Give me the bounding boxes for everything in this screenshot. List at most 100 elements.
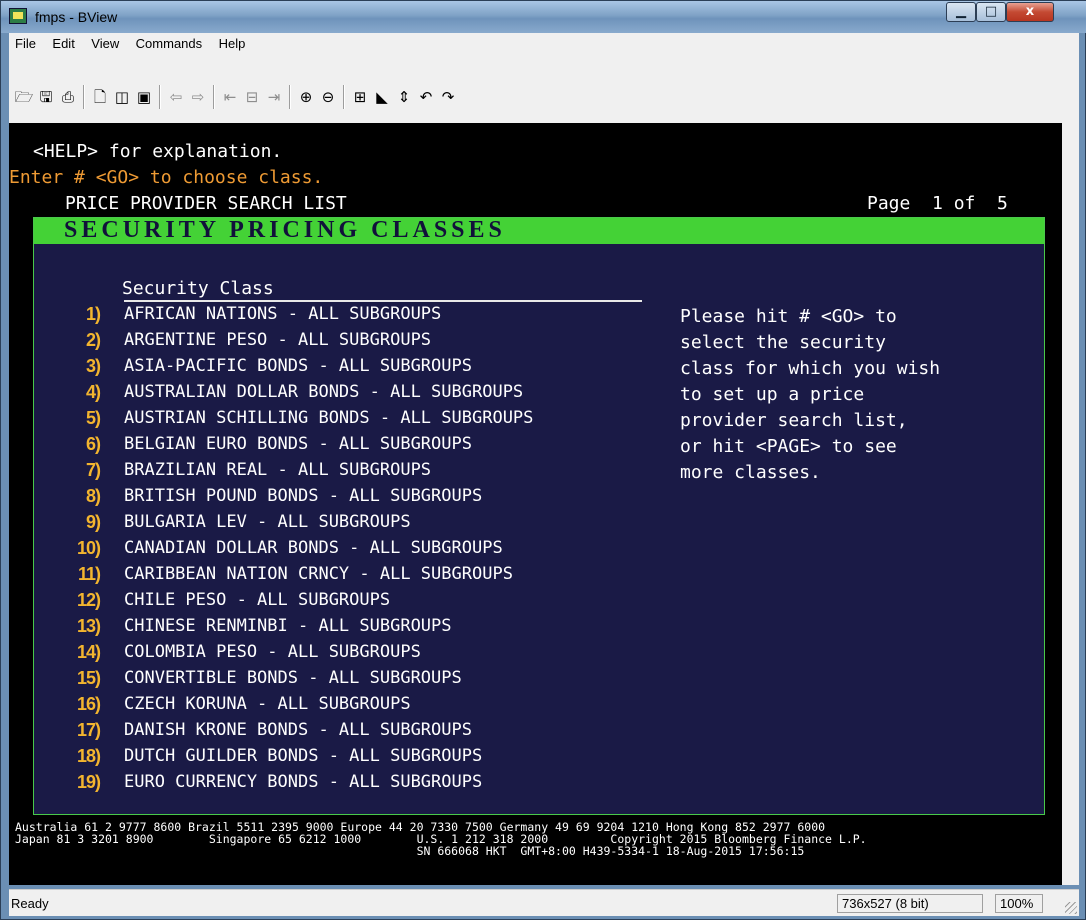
item-label: DANISH KRONE BONDS - ALL SUBGROUPS: [124, 720, 472, 740]
instruction-line: or hit <PAGE> to see: [680, 436, 897, 457]
class-list-item[interactable]: 7) BRAZILIAN REAL - ALL SUBGROUPS: [34, 460, 694, 486]
last-page-icon[interactable]: ⇥: [263, 85, 285, 109]
toolbar-separator: [213, 85, 215, 109]
item-number: 7): [85, 460, 101, 480]
class-list-item[interactable]: 4) AUSTRALIAN DOLLAR BONDS - ALL SUBGROUP…: [34, 382, 694, 408]
pointer-icon[interactable]: ◣: [371, 85, 393, 109]
item-label: AUSTRIAN SCHILLING BONDS - ALL SUBGROUPS: [124, 408, 534, 428]
menu-view[interactable]: View: [85, 33, 125, 51]
item-number: 1): [85, 304, 101, 324]
class-list-item[interactable]: 3) ASIA-PACIFIC BONDS - ALL SUBGROUPS: [34, 356, 694, 382]
item-label: AUSTRALIAN DOLLAR BONDS - ALL SUBGROUPS: [124, 382, 524, 402]
class-list-item[interactable]: 8) BRITISH POUND BONDS - ALL SUBGROUPS: [34, 486, 694, 512]
menu-file[interactable]: File: [9, 33, 42, 51]
panel-header: SECURITY PRICING CLASSES: [34, 217, 1044, 244]
first-page-icon[interactable]: ⇤: [219, 85, 241, 109]
class-list-item[interactable]: 11) CARIBBEAN NATION CRNCY - ALL SUBGROUP…: [34, 564, 694, 590]
item-number: 13): [76, 616, 101, 636]
class-list-item[interactable]: 9) BULGARIA LEV - ALL SUBGROUPS: [34, 512, 694, 538]
instruction-line: Please hit # <GO> to: [680, 306, 897, 327]
status-bar: Ready 736x527 (8 bit) 100%: [9, 889, 1079, 916]
title-bar[interactable]: fmps - BView ▁ □ x: [1, 1, 1086, 33]
item-number: 12): [76, 590, 101, 610]
item-number: 3): [85, 356, 101, 376]
instruction-line: class for which you wish: [680, 358, 941, 379]
pricing-classes-panel: SECURITY PRICING CLASSES Security Class …: [33, 217, 1045, 815]
column-header: Security Class: [122, 278, 274, 299]
item-number: 6): [85, 434, 101, 454]
window-icon[interactable]: ◫: [111, 85, 133, 109]
class-list-item[interactable]: 17) DANISH KRONE BONDS - ALL SUBGROUPS: [34, 720, 694, 746]
new-page-icon[interactable]: 🗋: [89, 85, 111, 109]
zoom-out-icon[interactable]: ⊖: [317, 85, 339, 109]
resolution-indicator: 736x527 (8 bit): [837, 894, 983, 913]
class-list-item[interactable]: 5) AUSTRIAN SCHILLING BONDS - ALL SUBGROU…: [34, 408, 694, 434]
minimize-button[interactable]: ▁: [946, 2, 976, 22]
instructions: Please hit # <GO> to select the security c…: [680, 306, 1040, 488]
page-indicator: Page 1 of 5: [867, 193, 1008, 214]
page-icon[interactable]: ⊟: [241, 85, 263, 109]
undo-icon[interactable]: ↶: [415, 85, 437, 109]
class-list-item[interactable]: 1) AFRICAN NATIONS - ALL SUBGROUPS: [34, 304, 694, 330]
item-label: CZECH KORUNA - ALL SUBGROUPS: [124, 694, 411, 714]
menu-help[interactable]: Help: [213, 33, 252, 51]
item-label: CANADIAN DOLLAR BONDS - ALL SUBGROUPS: [124, 538, 503, 558]
class-list-item[interactable]: 18) DUTCH GUILDER BONDS - ALL SUBGROUPS: [34, 746, 694, 772]
item-number: 19): [76, 772, 101, 792]
resize-icon[interactable]: ⊞: [349, 85, 371, 109]
item-number: 4): [85, 382, 101, 402]
terminal-screen[interactable]: <HELP> for explanation. Enter # <GO> to …: [9, 123, 1062, 885]
header-underline: [124, 300, 642, 302]
toolbar: 🗁 🖫 ⎙ 🗋 ◫ ▣ ⇦ ⇨ ⇤ ⊟ ⇥ ⊕ ⊖ ⊞ ◣ ⇕ ↶ ↷: [9, 57, 1079, 123]
print-icon[interactable]: ⎙: [57, 85, 79, 109]
item-number: 5): [85, 408, 101, 428]
forward-icon[interactable]: ⇨: [187, 85, 209, 109]
maximize-button[interactable]: □: [976, 2, 1006, 22]
toolbar-separator: [83, 85, 85, 109]
app-window: fmps - BView ▁ □ x File Edit View Comman…: [0, 0, 1086, 920]
class-list-item[interactable]: 13) CHINESE RENMINBI - ALL SUBGROUPS: [34, 616, 694, 642]
item-number: 14): [76, 642, 101, 662]
item-label: CHINESE RENMINBI - ALL SUBGROUPS: [124, 616, 452, 636]
scroll-icon[interactable]: ⇕: [393, 85, 415, 109]
menu-bar: File Edit View Commands Help: [9, 33, 1079, 58]
vertical-scrollbar[interactable]: [1062, 123, 1079, 885]
instruction-line: to set up a price: [680, 384, 865, 405]
zoom-in-icon[interactable]: ⊕: [295, 85, 317, 109]
item-number: 2): [85, 330, 101, 350]
window-title: fmps - BView: [35, 9, 118, 25]
class-list-item[interactable]: 14) COLOMBIA PESO - ALL SUBGROUPS: [34, 642, 694, 668]
enter-hint: Enter # <GO> to choose class.: [9, 167, 324, 188]
item-label: DUTCH GUILDER BONDS - ALL SUBGROUPS: [124, 746, 483, 766]
item-label: EURO CURRENCY BONDS - ALL SUBGROUPS: [124, 772, 483, 792]
class-list-item[interactable]: 10) CANADIAN DOLLAR BONDS - ALL SUBGROUPS: [34, 538, 694, 564]
back-icon[interactable]: ⇦: [165, 85, 187, 109]
screen-title: PRICE PROVIDER SEARCH LIST: [65, 193, 347, 214]
menu-commands[interactable]: Commands: [130, 33, 208, 51]
toolbar-buttons: 🗁 🖫 ⎙ 🗋 ◫ ▣ ⇦ ⇨ ⇤ ⊟ ⇥ ⊕ ⊖ ⊞ ◣ ⇕ ↶ ↷: [9, 81, 696, 113]
open-folder-icon[interactable]: 🗁: [13, 85, 35, 109]
item-label: AFRICAN NATIONS - ALL SUBGROUPS: [124, 304, 442, 324]
class-list-item[interactable]: 16) CZECH KORUNA - ALL SUBGROUPS: [34, 694, 694, 720]
class-list-item[interactable]: 6) BELGIAN EURO BONDS - ALL SUBGROUPS: [34, 434, 694, 460]
redo-icon[interactable]: ↷: [437, 85, 459, 109]
menu-edit[interactable]: Edit: [46, 33, 80, 51]
item-label: CHILE PESO - ALL SUBGROUPS: [124, 590, 391, 610]
app-icon[interactable]: [9, 8, 27, 24]
item-number: 17): [76, 720, 101, 740]
save-icon[interactable]: 🖫: [35, 85, 57, 109]
item-number: 11): [77, 564, 101, 584]
resize-grip[interactable]: [1065, 902, 1077, 914]
panel-title: SECURITY PRICING CLASSES: [64, 217, 506, 243]
item-label: BULGARIA LEV - ALL SUBGROUPS: [124, 512, 411, 532]
class-list-item[interactable]: 19) EURO CURRENCY BONDS - ALL SUBGROUPS: [34, 772, 694, 798]
fullscreen-icon[interactable]: ▣: [133, 85, 155, 109]
class-list-item[interactable]: 2) ARGENTINE PESO - ALL SUBGROUPS: [34, 330, 694, 356]
close-button[interactable]: x: [1006, 2, 1054, 22]
footer-line: SN 666068 HKT GMT+8:00 H439-5334-1 18-Au…: [15, 844, 805, 858]
item-number: 18): [76, 746, 101, 766]
class-list-item[interactable]: 12) CHILE PESO - ALL SUBGROUPS: [34, 590, 694, 616]
item-label: ASIA-PACIFIC BONDS - ALL SUBGROUPS: [124, 356, 472, 376]
class-list-item[interactable]: 15) CONVERTIBLE BONDS - ALL SUBGROUPS: [34, 668, 694, 694]
zoom-indicator: 100%: [995, 894, 1043, 913]
